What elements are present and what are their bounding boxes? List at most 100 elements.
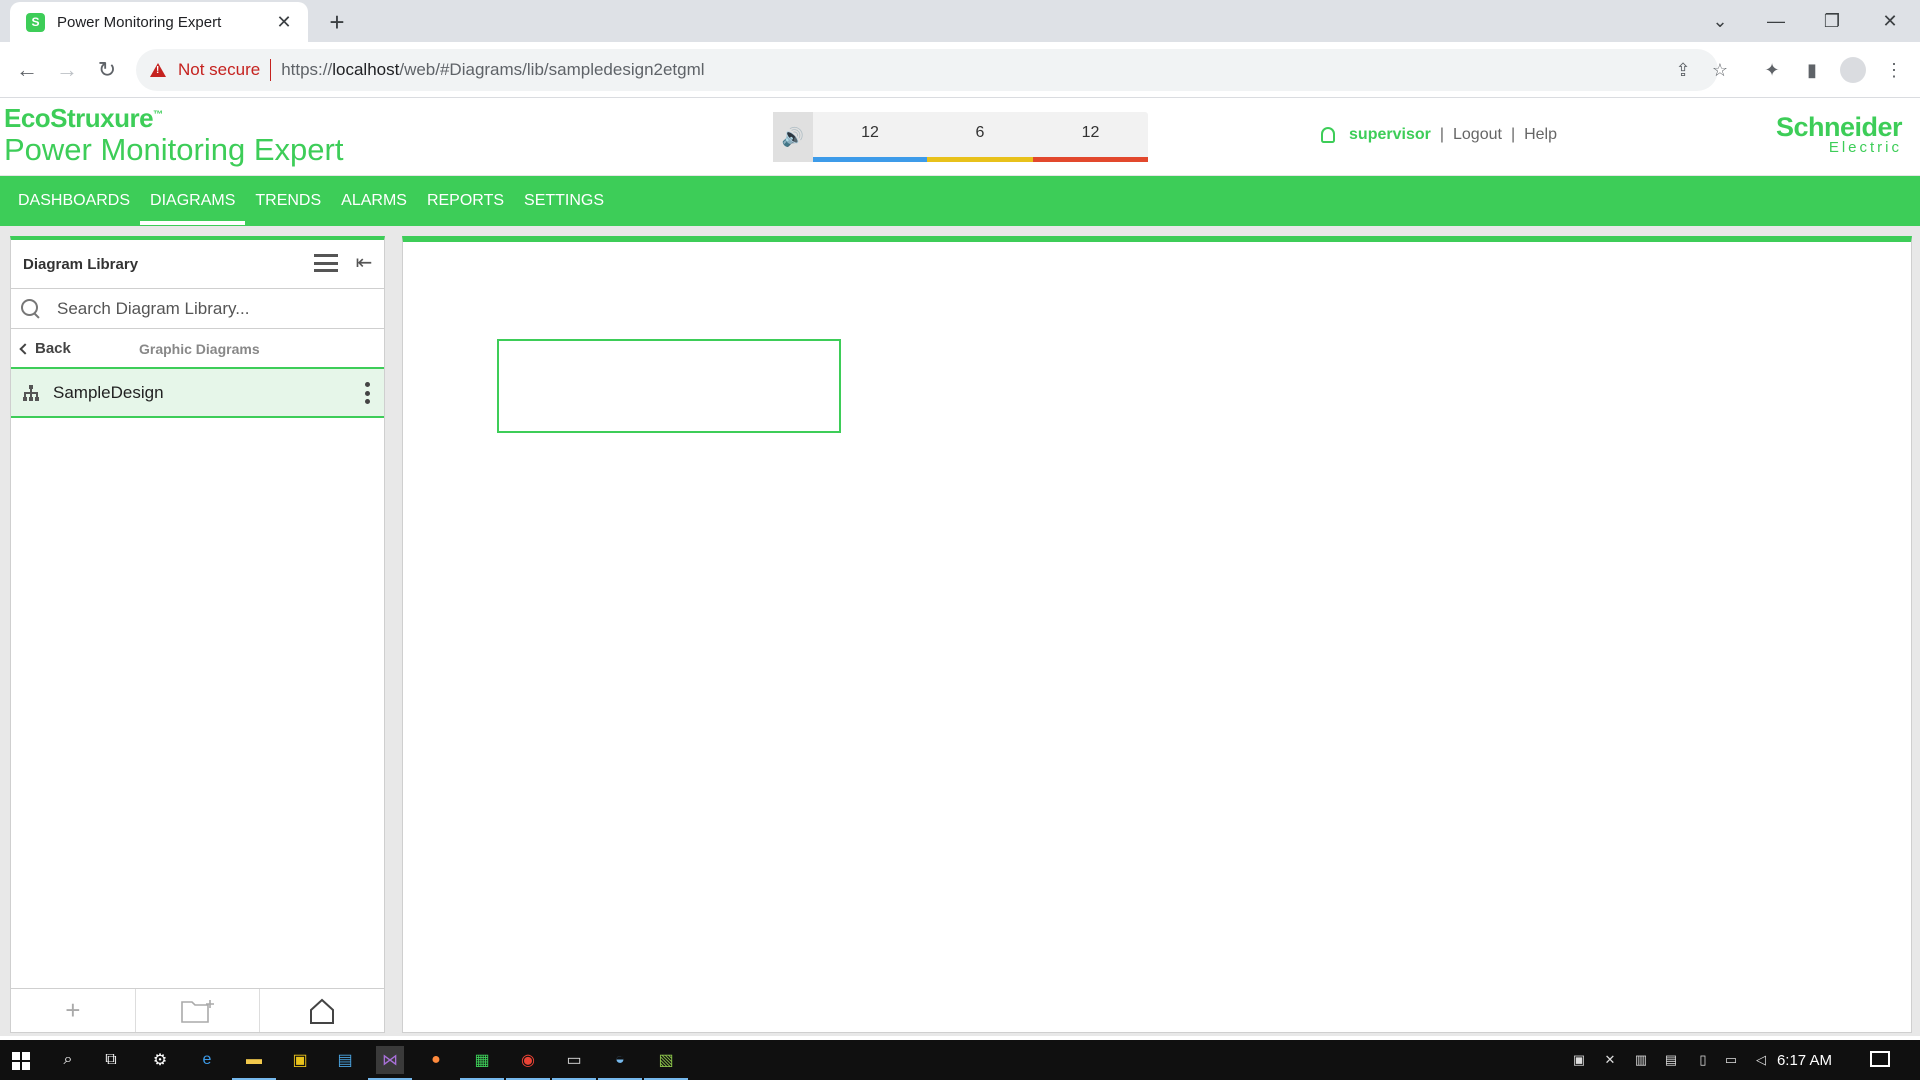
side-panel-icon[interactable]: ▮	[1796, 54, 1828, 86]
browser-toolbar: ← → ↻ Not secure https://localhost/web/#…	[0, 42, 1920, 98]
high-priority-alarm-count[interactable]: 12	[1033, 112, 1148, 162]
windows-start-icon[interactable]	[12, 1052, 30, 1070]
library-title: Diagram Library	[23, 256, 139, 273]
chevron-left-icon	[19, 342, 31, 355]
nav-trends[interactable]: TRENDS	[245, 176, 331, 226]
nav-dashboards[interactable]: DASHBOARDS	[8, 176, 140, 226]
chrome-icon[interactable]: ◉	[506, 1046, 550, 1080]
high-alarm-bar	[1033, 157, 1148, 162]
browser-menu-icon[interactable]: ⋮	[1878, 54, 1910, 86]
medium-priority-alarm-count[interactable]: 6	[927, 112, 1033, 162]
user-menu: supervisor | Logout | Help	[1321, 126, 1557, 144]
username[interactable]: supervisor	[1349, 126, 1431, 144]
header-separator: |	[1439, 126, 1444, 143]
restore-window-button[interactable]: ❐	[1812, 6, 1852, 36]
profile-avatar-icon[interactable]	[1840, 57, 1866, 83]
nav-settings[interactable]: SETTINGS	[514, 176, 614, 226]
search-icon	[21, 298, 41, 319]
notification-center-icon[interactable]	[1870, 1051, 1890, 1067]
home-icon	[310, 998, 335, 1024]
url-host: localhost	[332, 60, 400, 79]
header-separator: |	[1510, 126, 1516, 143]
network-icon[interactable]: ▭	[1722, 1051, 1740, 1069]
vmware-tray-icon[interactable]: ▤	[1662, 1051, 1680, 1069]
close-window-button[interactable]: ✕	[1870, 6, 1910, 36]
search-input[interactable]	[57, 298, 357, 319]
medium-alarm-bar	[927, 157, 1033, 162]
taskbar-clock[interactable]: 6:17 AM	[1777, 1052, 1832, 1069]
security-indicator[interactable]: Not secure	[178, 60, 260, 80]
tray-app-icon[interactable]: ✕	[1601, 1051, 1619, 1069]
file-explorer-icon[interactable]: ▬	[232, 1046, 276, 1080]
forward-arrow-icon[interactable]: →	[51, 54, 83, 86]
tab-search-chevron-icon[interactable]: ⌄	[1700, 6, 1740, 36]
logout-link[interactable]: Logout	[1453, 126, 1502, 144]
library-breadcrumb: Back Graphic Diagrams	[11, 329, 384, 369]
back-arrow-icon[interactable]: ←	[11, 54, 43, 86]
edge-browser-icon[interactable]: e	[193, 1046, 221, 1074]
low-priority-alarm-count[interactable]: 12	[813, 112, 927, 162]
app-icon[interactable]: ▤	[331, 1046, 359, 1074]
collapse-panel-icon[interactable]: ⇤	[352, 250, 376, 274]
browser-tab[interactable]: S Power Monitoring Expert ✕	[10, 2, 308, 42]
user-icon	[1321, 127, 1336, 143]
main-navigation: DASHBOARDS DIAGRAMS TRENDS ALARMS REPORT…	[0, 176, 1920, 226]
nav-alarms[interactable]: ALARMS	[331, 176, 417, 226]
firefox-icon[interactable]: ●	[422, 1046, 450, 1074]
bookmark-star-icon[interactable]: ☆	[1707, 57, 1733, 83]
app-icon[interactable]: ◒	[598, 1046, 642, 1080]
url-text[interactable]: https://localhost/web/#Diagrams/lib/samp…	[281, 60, 704, 80]
diagram-placeholder-box[interactable]	[497, 339, 841, 433]
app-icon[interactable]: ▦	[460, 1046, 504, 1080]
address-bar[interactable]: Not secure https://localhost/web/#Diagra…	[136, 49, 1728, 91]
minimize-window-button[interactable]: —	[1756, 6, 1796, 36]
trademark-mark: ™	[153, 109, 163, 121]
ecostruxure-logo: EcoStruxure™	[4, 103, 163, 134]
diagram-library-panel: Diagram Library ⇤ Back Graphic Diagrams …	[10, 236, 385, 1033]
speaker-icon[interactable]: 🔊	[773, 112, 813, 162]
plus-icon: +	[65, 995, 81, 1025]
app-header: EcoStruxure™ Power Monitoring Expert 🔊 1…	[0, 98, 1920, 176]
brand-name: EcoStruxure	[4, 103, 154, 133]
usb-icon[interactable]: ▯	[1694, 1051, 1712, 1069]
tray-app-icon[interactable]: ▣	[1570, 1051, 1588, 1069]
tray-app-icon[interactable]: ▥	[1632, 1051, 1650, 1069]
home-button[interactable]	[260, 989, 384, 1032]
back-button[interactable]: Back	[19, 340, 71, 357]
back-label: Back	[35, 340, 71, 357]
close-tab-icon[interactable]: ✕	[272, 10, 296, 34]
alarm-summary: 🔊 12 6 12	[773, 112, 1148, 162]
more-options-icon[interactable]	[364, 382, 370, 404]
high-alarm-count-label: 12	[1081, 124, 1100, 141]
diagram-hierarchy-icon	[23, 384, 39, 401]
add-diagram-button[interactable]: +	[11, 989, 136, 1032]
reload-icon[interactable]: ↻	[91, 54, 123, 86]
nav-reports[interactable]: REPORTS	[417, 176, 514, 226]
help-link[interactable]: Help	[1524, 126, 1557, 144]
app-icon[interactable]: ▣	[286, 1046, 314, 1074]
volume-muted-icon[interactable]: ◁	[1752, 1051, 1770, 1069]
extensions-puzzle-icon[interactable]: ✦	[1756, 54, 1788, 86]
share-icon[interactable]: ⇪	[1670, 57, 1696, 83]
new-tab-button[interactable]: +	[322, 8, 352, 36]
app-icon[interactable]: ▧	[644, 1046, 688, 1080]
new-folder-icon	[180, 999, 214, 1023]
visual-studio-icon[interactable]: ⋈	[368, 1046, 412, 1080]
app-icon[interactable]: ▭	[552, 1046, 596, 1080]
library-footer: +	[11, 988, 384, 1032]
schneider-electric-logo: Schneider Electric	[1776, 112, 1903, 156]
current-folder-title: Graphic Diagrams	[139, 341, 260, 357]
settings-gear-icon[interactable]: ⚙	[146, 1046, 174, 1074]
task-view-icon[interactable]: ⧉	[97, 1046, 125, 1074]
url-scheme: https://	[281, 60, 333, 79]
list-item[interactable]: SampleDesign	[11, 369, 384, 418]
hamburger-menu-icon[interactable]	[314, 254, 338, 272]
browser-tabstrip: S Power Monitoring Expert ✕ + ⌄ — ❐ ✕	[0, 0, 1920, 42]
search-icon[interactable]: ⌕	[54, 1046, 82, 1074]
app-favicon-icon: S	[26, 12, 45, 32]
diagram-canvas[interactable]	[402, 236, 1912, 1033]
nav-diagrams[interactable]: DIAGRAMS	[140, 176, 246, 226]
add-folder-button[interactable]	[136, 989, 261, 1032]
medium-alarm-count-label: 6	[975, 124, 985, 141]
warning-icon	[150, 63, 166, 77]
